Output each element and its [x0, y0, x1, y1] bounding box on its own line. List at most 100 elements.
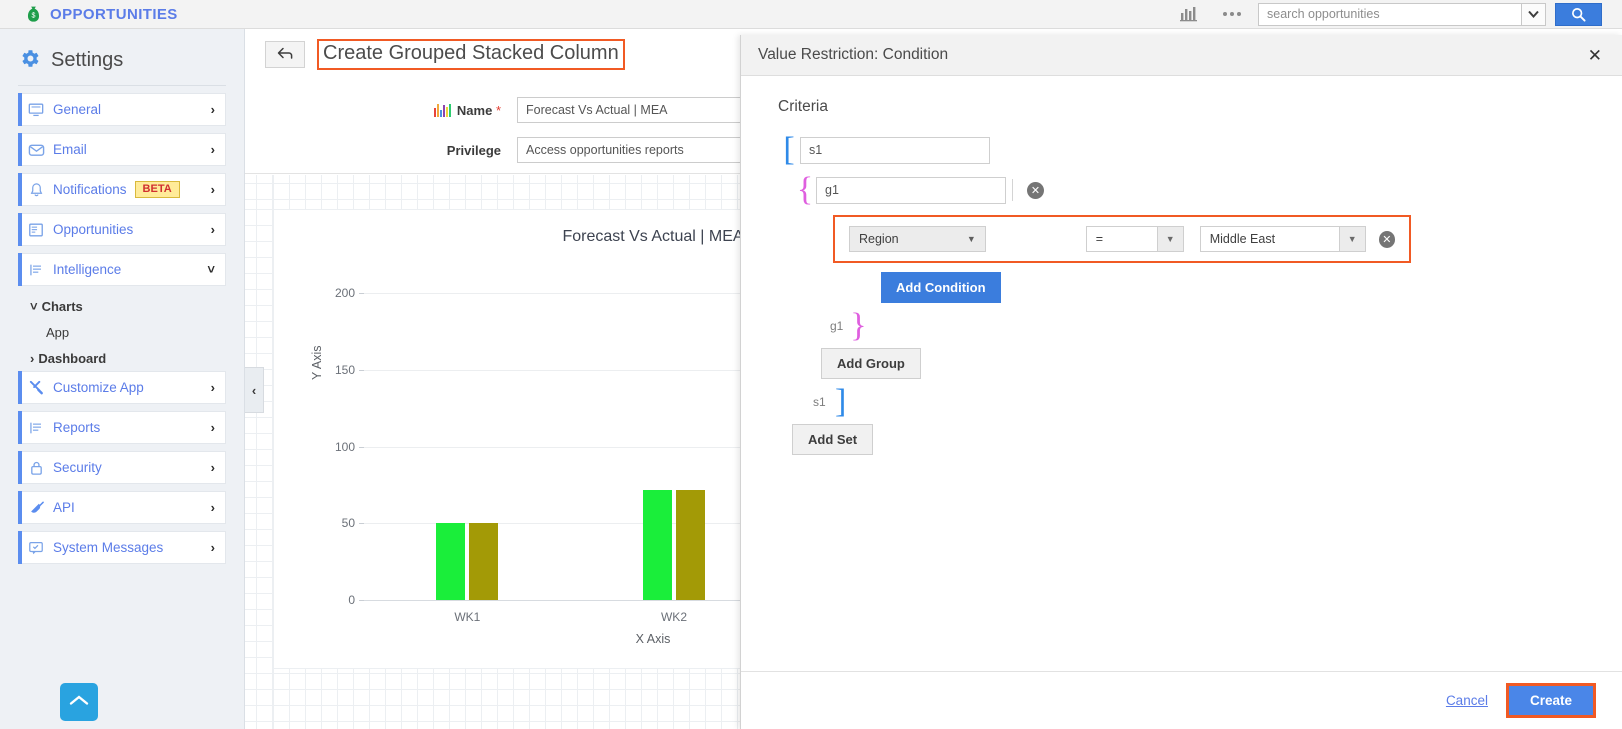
- sidebar-item-email[interactable]: Email ›: [18, 133, 226, 166]
- bell-icon: [19, 182, 53, 198]
- sidebar-title: Settings: [51, 48, 124, 71]
- collapse-panel-button[interactable]: ‹: [245, 367, 264, 413]
- scroll-to-top-button[interactable]: [60, 683, 98, 721]
- condition-field-select[interactable]: Region ▼: [849, 226, 986, 252]
- bar: [469, 523, 499, 600]
- set-name-input[interactable]: [800, 136, 990, 164]
- gear-icon: [18, 47, 41, 73]
- condition-value: Middle East: [1199, 226, 1340, 252]
- accent-bar: [18, 531, 22, 564]
- sidebar-subitem-dashboard[interactable]: › Dashboard: [0, 345, 244, 371]
- sidebar-item-api[interactable]: API ›: [18, 491, 226, 524]
- accent-bar: [18, 133, 22, 166]
- bar-chart-icon[interactable]: [1172, 6, 1206, 22]
- y-axis-label: Y Axis: [310, 345, 324, 380]
- delete-condition-icon[interactable]: ✕: [1378, 230, 1395, 248]
- name-label-text: Name: [456, 102, 493, 118]
- sidebar: Settings General › Email › Notifications…: [0, 29, 245, 729]
- sidebar-item-label: Intelligence: [53, 262, 122, 277]
- ellipsis-icon[interactable]: [1206, 12, 1258, 16]
- monitor-icon: [19, 102, 53, 118]
- sidebar-item-label: Customize App: [53, 380, 144, 395]
- set-open-bracket: [: [783, 131, 795, 168]
- group-open-bracket: {: [796, 171, 814, 208]
- required-marker: *: [495, 102, 501, 118]
- sidebar-item-notifications[interactable]: Notifications BETA ›: [18, 173, 226, 206]
- group-name-input[interactable]: [816, 176, 1006, 204]
- chevron-right-icon: ›: [210, 182, 215, 197]
- back-button[interactable]: [265, 41, 305, 68]
- message-icon: [19, 540, 53, 556]
- caret-down-icon: ▼: [966, 234, 976, 244]
- form-icon: [19, 222, 53, 238]
- accent-bar: [18, 451, 22, 484]
- accent-bar: [18, 371, 22, 404]
- y-tick-label: 200: [334, 286, 355, 301]
- sidebar-item-opportunities[interactable]: Opportunities ›: [18, 213, 226, 246]
- condition-operator-select[interactable]: = ▼: [1085, 226, 1184, 252]
- search-button[interactable]: [1555, 2, 1602, 26]
- search-bar: [1258, 2, 1602, 26]
- bar: [436, 523, 466, 600]
- sidebar-item-general[interactable]: General ›: [18, 93, 226, 126]
- chevron-right-icon: ›: [210, 380, 215, 395]
- caret-down-icon[interactable]: ▼: [1157, 226, 1184, 252]
- condition-value-select[interactable]: Middle East ▼: [1199, 226, 1366, 252]
- add-condition-button[interactable]: Add Condition: [881, 272, 1001, 303]
- y-tick-mark: [359, 523, 364, 525]
- chevron-right-icon: ›: [210, 142, 215, 157]
- condition-operator-value: =: [1085, 226, 1158, 252]
- bar: [676, 489, 705, 600]
- group-close-label: g1: [830, 319, 844, 333]
- chevron-down-icon[interactable]: [1521, 2, 1546, 26]
- plug-icon: [19, 500, 53, 516]
- modal-footer: Cancel Create: [741, 671, 1622, 729]
- sidebar-item-system-messages[interactable]: System Messages ›: [18, 531, 226, 564]
- modal-body: Criteria [ { ✕ Region ▼ = ▼ Middle East …: [741, 76, 1622, 686]
- create-button[interactable]: Create: [1505, 683, 1596, 718]
- accent-bar: [18, 491, 22, 524]
- lock-icon: [19, 460, 53, 476]
- top-bar-actions: [1172, 2, 1622, 26]
- modal-title: Value Restriction: Condition: [758, 46, 949, 63]
- value-restriction-modal: Value Restriction: Condition ✕ Criteria …: [740, 35, 1622, 729]
- sidebar-item-label: API: [53, 500, 75, 515]
- x-tick-label: WK2: [660, 610, 687, 624]
- close-icon[interactable]: ✕: [1588, 47, 1602, 64]
- sidebar-subitem-charts[interactable]: ˅ Charts: [0, 293, 244, 319]
- sidebar-item-label: Reports: [53, 420, 101, 435]
- envelope-icon: [19, 142, 53, 158]
- y-tick-mark: [359, 369, 364, 371]
- chevron-right-icon: ›: [210, 460, 215, 475]
- caret-down-icon[interactable]: ▼: [1339, 226, 1366, 252]
- chevron-up-icon: [69, 694, 89, 710]
- bar-chart-icon: [433, 103, 451, 117]
- bar-group: WK2: [643, 489, 705, 624]
- delete-group-icon[interactable]: ✕: [1027, 181, 1044, 199]
- set-close-row: s1 ]: [813, 385, 1622, 419]
- sidebar-item-customize-app[interactable]: Customize App ›: [18, 371, 226, 404]
- top-bar: $ OPPORTUNITIES: [0, 0, 1622, 29]
- sidebar-item-reports[interactable]: Reports ›: [18, 411, 226, 444]
- add-group-button[interactable]: Add Group: [821, 348, 921, 379]
- bar: [643, 489, 672, 600]
- set-close-bracket: ]: [835, 383, 847, 420]
- sidebar-item-security[interactable]: Security ›: [18, 451, 226, 484]
- add-group-row: Add Group: [821, 348, 1622, 379]
- search-input[interactable]: [1258, 2, 1521, 26]
- sidebar-divider: [18, 85, 226, 86]
- sidebar-item-label: Notifications: [53, 182, 127, 197]
- accent-bar: [18, 411, 22, 444]
- sidebar-item-intelligence[interactable]: Intelligence ˅: [18, 253, 226, 286]
- add-set-button[interactable]: Add Set: [792, 424, 874, 455]
- sidebar-item-label: Email: [53, 142, 87, 157]
- chevron-right-icon: ›: [210, 500, 215, 515]
- chevron-right-icon: ›: [210, 222, 215, 237]
- chevron-right-icon: ›: [210, 540, 215, 555]
- cancel-button[interactable]: Cancel: [1446, 693, 1488, 708]
- sidebar-subitem-label: Charts: [41, 298, 83, 314]
- chevron-right-icon: ›: [30, 350, 35, 366]
- group-close-bracket: }: [850, 307, 867, 344]
- sidebar-item-label: Security: [53, 460, 102, 475]
- sidebar-subitem-app[interactable]: App: [0, 319, 244, 345]
